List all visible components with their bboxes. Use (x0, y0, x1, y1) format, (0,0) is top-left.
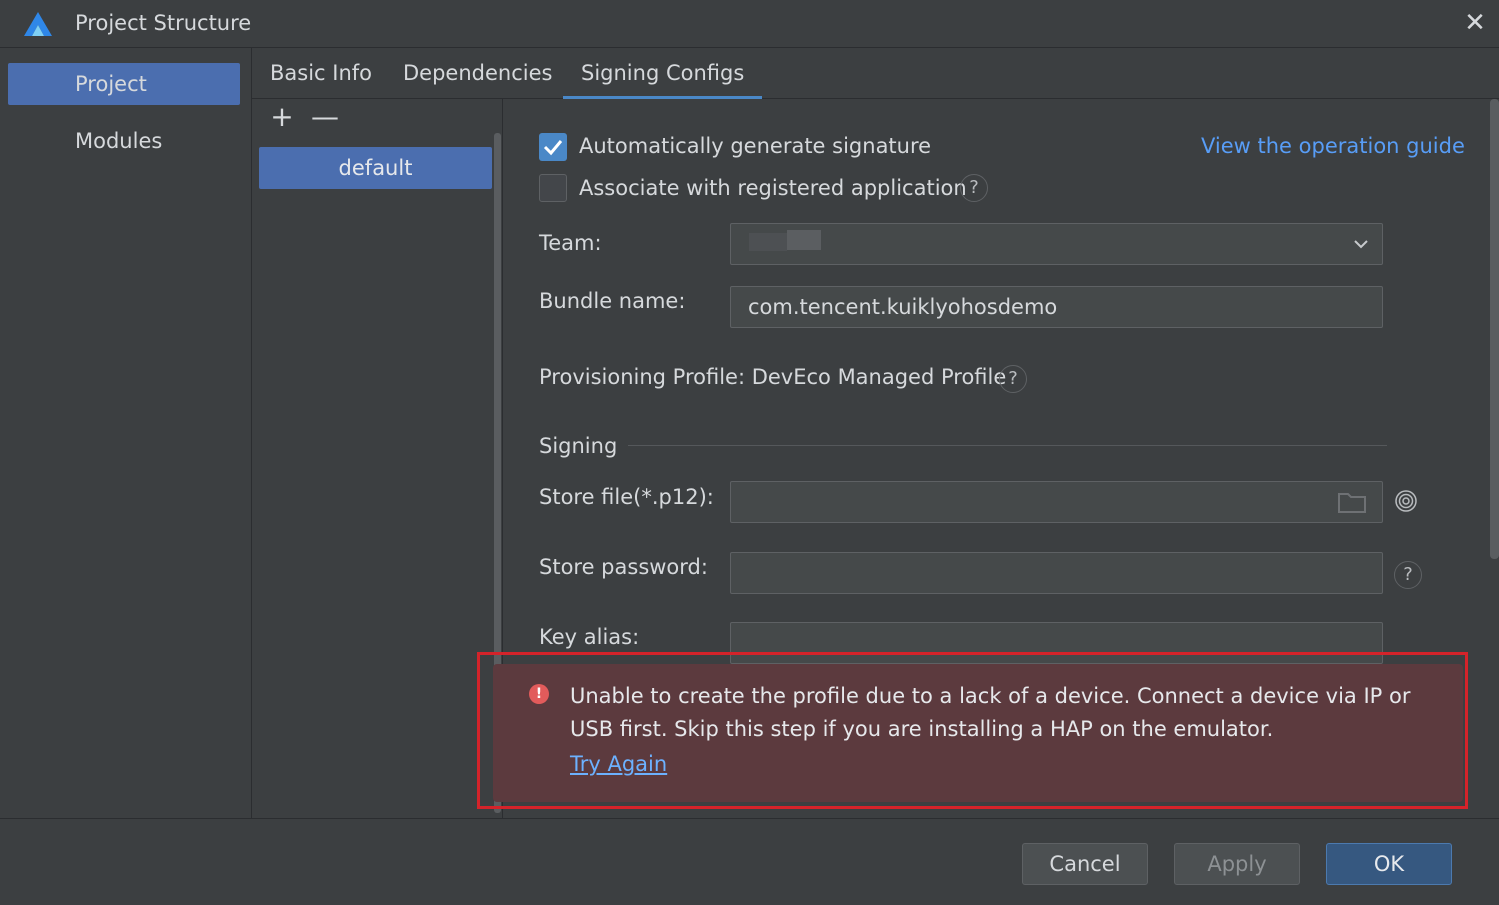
main-scrollbar[interactable] (1490, 99, 1499, 559)
signing-config-list: + — default (252, 99, 503, 818)
auto-generate-checkbox[interactable] (539, 133, 567, 161)
folder-icon[interactable] (1337, 490, 1367, 514)
help-icon[interactable]: ? (960, 174, 988, 202)
operation-guide-link[interactable]: View the operation guide (1201, 134, 1465, 158)
associate-app-checkbox[interactable] (539, 174, 567, 202)
store-file-label: Store file(*.p12): (539, 485, 714, 509)
left-nav: Project Modules (0, 48, 252, 818)
config-item-default[interactable]: default (259, 147, 492, 189)
title-bar: Project Structure ✕ (0, 0, 1499, 48)
redacted-team-name (749, 233, 787, 251)
auto-generate-label: Automatically generate signature (579, 134, 932, 158)
redacted-team-name (787, 230, 821, 250)
close-icon[interactable]: ✕ (1460, 8, 1490, 38)
section-divider (628, 445, 1387, 446)
tab-basic-info[interactable]: Basic Info (270, 48, 372, 99)
ok-button[interactable]: OK (1326, 843, 1452, 885)
store-password-label: Store password: (539, 555, 708, 579)
nav-item-project[interactable]: Project (8, 63, 240, 105)
add-config-button[interactable]: + (267, 103, 297, 133)
dialog-footer: Cancel Apply OK (0, 818, 1499, 905)
app-logo-icon (24, 12, 52, 36)
provisioning-profile-label: Provisioning Profile: DevEco Managed Pro… (539, 365, 1007, 389)
bundle-name-input[interactable]: com.tencent.kuiklyohosdemo (730, 286, 1383, 328)
window-title: Project Structure (75, 11, 252, 35)
highlight-annotation (477, 652, 1468, 809)
apply-button[interactable]: Apply (1174, 843, 1300, 885)
remove-config-button[interactable]: — (310, 103, 340, 133)
help-icon[interactable]: ? (1394, 561, 1422, 589)
store-file-input[interactable] (730, 481, 1383, 523)
nav-item-modules[interactable]: Modules (8, 120, 240, 162)
cancel-button[interactable]: Cancel (1022, 843, 1148, 885)
associate-app-label: Associate with registered application (579, 176, 967, 200)
fingerprint-icon[interactable] (1394, 489, 1418, 513)
tab-bar: Basic Info Dependencies Signing Configs (252, 48, 1499, 100)
team-select[interactable] (730, 223, 1383, 265)
checkmark-icon (543, 140, 563, 156)
tab-dependencies[interactable]: Dependencies (403, 48, 552, 99)
signing-section-title: Signing (539, 434, 618, 458)
store-password-input[interactable] (730, 552, 1383, 594)
team-label: Team: (539, 231, 602, 255)
chevron-down-icon (1354, 240, 1368, 249)
help-icon[interactable]: ? (999, 365, 1027, 393)
bundle-name-label: Bundle name: (539, 289, 686, 313)
key-alias-label: Key alias: (539, 625, 640, 649)
tab-signing-configs[interactable]: Signing Configs (562, 48, 763, 100)
